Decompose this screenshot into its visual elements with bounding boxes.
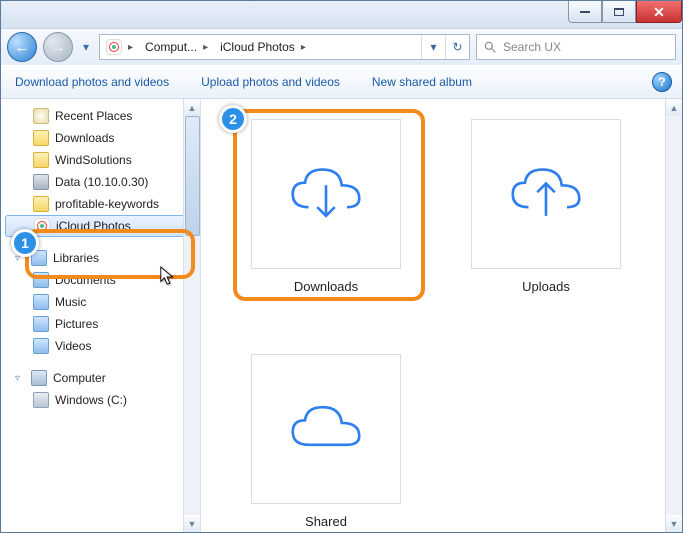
search-input[interactable]: Search UX	[476, 34, 676, 60]
sidebar-item-label: Windows (C:)	[55, 393, 127, 407]
documents-icon	[33, 272, 49, 288]
cloud-download-icon	[281, 159, 371, 229]
scroll-up-button[interactable]: ▲	[666, 99, 682, 116]
breadcrumb-label: iCloud Photos	[220, 40, 295, 54]
videos-icon	[33, 338, 49, 354]
upload-photos-link[interactable]: Upload photos and videos	[201, 75, 340, 89]
sidebar-item-profitable-keywords[interactable]: profitable-keywords	[1, 193, 200, 215]
navigation-pane: Recent Places Downloads WindSolutions Da…	[1, 99, 201, 532]
sidebar-item-windsolutions[interactable]: WindSolutions	[1, 149, 200, 171]
scroll-down-button[interactable]: ▼	[666, 515, 682, 532]
sidebar-scrollbar[interactable]: ▲ ▼	[183, 99, 200, 532]
scroll-thumb[interactable]	[185, 116, 200, 236]
sidebar-item-label: profitable-keywords	[55, 197, 159, 211]
new-shared-album-link[interactable]: New shared album	[372, 75, 472, 89]
breadcrumb-icloud-photos[interactable]: iCloud Photos ▸	[214, 35, 312, 59]
breadcrumb-label: Comput...	[145, 40, 197, 54]
folder-icon	[33, 196, 49, 212]
network-drive-icon	[33, 174, 49, 190]
folder-downloads[interactable]: Downloads	[251, 119, 401, 294]
minimize-button[interactable]	[568, 1, 602, 23]
folder-label: Downloads	[294, 279, 358, 294]
content-pane[interactable]: Downloads Uploads	[201, 99, 682, 532]
folder-thumbnail	[251, 354, 401, 504]
cloud-icon	[281, 394, 371, 464]
sidebar-item-label: WindSolutions	[55, 153, 132, 167]
sidebar-item-label: Videos	[55, 339, 91, 353]
chevron-right-icon: ▸	[126, 42, 135, 53]
sidebar-item-videos[interactable]: Videos	[1, 335, 200, 357]
music-icon	[33, 294, 49, 310]
chevron-right-icon: ▸	[201, 42, 210, 53]
drive-icon	[33, 392, 49, 408]
folder-icon	[33, 130, 49, 146]
address-dropdown[interactable]: ▾	[421, 35, 445, 59]
help-button[interactable]: ?	[652, 72, 672, 92]
recent-places-icon	[33, 108, 49, 124]
breadcrumb-computer[interactable]: Comput... ▸	[139, 35, 214, 59]
folder-icon	[33, 152, 49, 168]
icloud-photos-icon	[106, 39, 122, 55]
computer-icon	[31, 370, 47, 386]
command-bar: Download photos and videos Upload photos…	[1, 65, 682, 99]
folder-label: Shared	[305, 514, 347, 529]
chevron-right-icon: ▸	[299, 42, 308, 53]
back-button[interactable]: ←	[7, 32, 37, 62]
folder-thumbnail	[471, 119, 621, 269]
refresh-button[interactable]: ↻	[445, 35, 469, 59]
pictures-icon	[33, 316, 49, 332]
sidebar-item-label: Downloads	[55, 131, 114, 145]
explorer-window: ✕ ← → ▾ ▸ Comput... ▸ iCloud Photos ▸ ▾	[0, 0, 683, 533]
annotation-step-2: 2	[219, 105, 247, 133]
nav-history-dropdown[interactable]: ▾	[79, 32, 93, 62]
title-bar[interactable]: ✕	[1, 1, 682, 29]
forward-button[interactable]: →	[43, 32, 73, 62]
search-placeholder: Search UX	[503, 40, 561, 54]
annotation-step-1: 1	[11, 229, 39, 257]
folder-thumbnail	[251, 119, 401, 269]
mouse-cursor	[159, 265, 177, 287]
sidebar-item-label: Documents	[55, 273, 116, 287]
expander-icon[interactable]: ▿	[15, 373, 25, 384]
address-bar[interactable]: ▸ Comput... ▸ iCloud Photos ▸ ▾ ↻	[99, 34, 470, 60]
nav-bar: ← → ▾ ▸ Comput... ▸ iCloud Photos ▸ ▾ ↻	[1, 29, 682, 65]
breadcrumb-root[interactable]: ▸	[100, 35, 139, 59]
icloud-photos-icon	[34, 218, 50, 234]
folder-shared[interactable]: Shared	[251, 354, 401, 529]
sidebar-item-label: Recent Places	[55, 109, 132, 123]
sidebar-item-label: Data (10.10.0.30)	[55, 175, 148, 189]
search-icon	[483, 40, 497, 54]
sidebar-group-label: Computer	[53, 371, 106, 385]
download-photos-link[interactable]: Download photos and videos	[15, 75, 169, 89]
close-button[interactable]: ✕	[636, 1, 682, 23]
scroll-down-button[interactable]: ▼	[184, 515, 200, 532]
sidebar-item-recent-places[interactable]: Recent Places	[1, 105, 200, 127]
scroll-up-button[interactable]: ▲	[184, 99, 200, 116]
sidebar-group-computer[interactable]: ▿ Computer	[1, 367, 200, 389]
sidebar-item-music[interactable]: Music	[1, 291, 200, 313]
sidebar-item-data[interactable]: Data (10.10.0.30)	[1, 171, 200, 193]
sidebar-group-label: Libraries	[53, 251, 99, 265]
sidebar-item-downloads[interactable]: Downloads	[1, 127, 200, 149]
folder-label: Uploads	[522, 279, 570, 294]
sidebar-item-pictures[interactable]: Pictures	[1, 313, 200, 335]
sidebar-item-label: Pictures	[55, 317, 98, 331]
content-scrollbar[interactable]: ▲ ▼	[665, 99, 682, 532]
folder-uploads[interactable]: Uploads	[471, 119, 621, 294]
sidebar-item-label: iCloud Photos	[56, 219, 131, 233]
cloud-upload-icon	[501, 159, 591, 229]
maximize-button[interactable]	[602, 1, 636, 23]
sidebar-item-label: Music	[55, 295, 86, 309]
sidebar-item-drive-c[interactable]: Windows (C:)	[1, 389, 200, 411]
